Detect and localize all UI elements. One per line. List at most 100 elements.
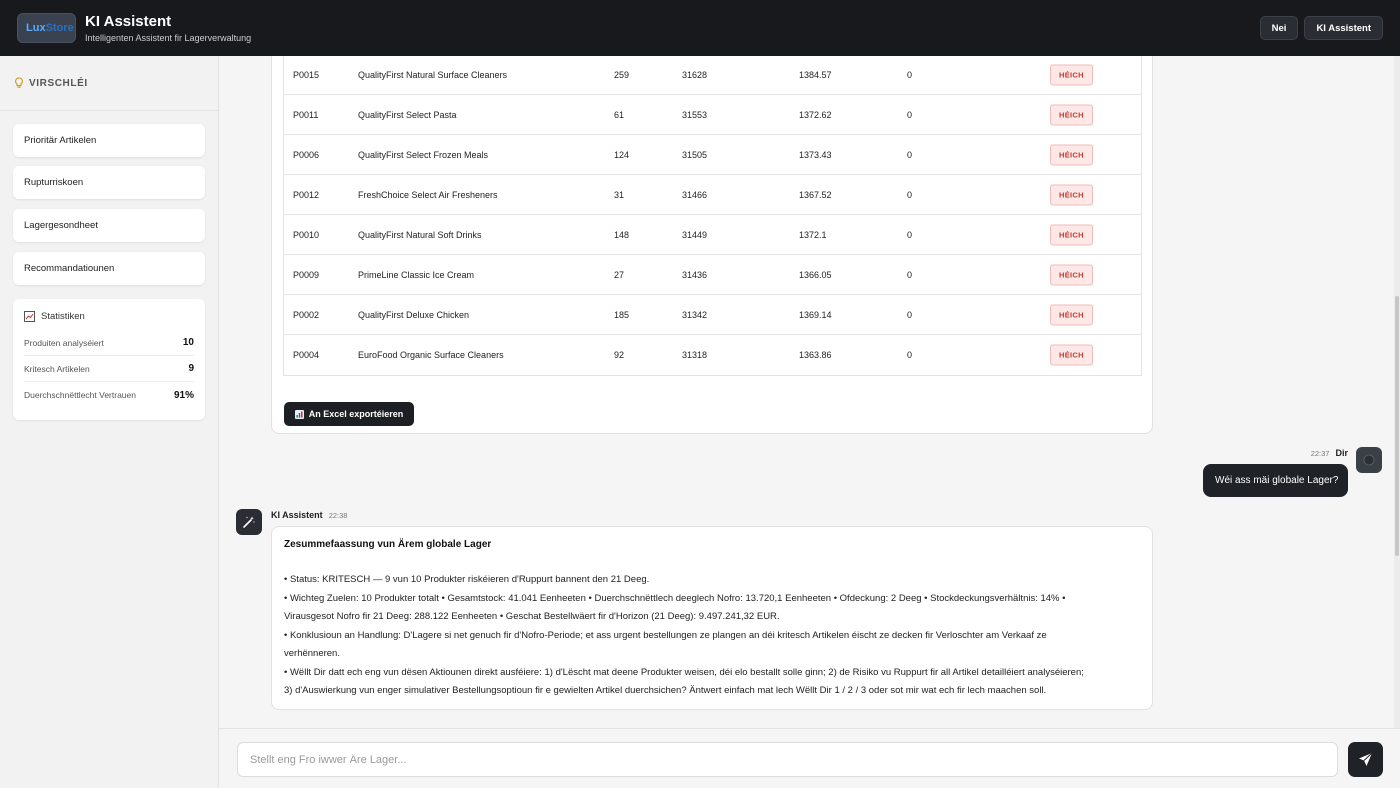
cell-coverage: 0 bbox=[907, 350, 913, 360]
cell-demand: 31505 bbox=[682, 149, 708, 160]
user-icon bbox=[1363, 454, 1375, 466]
cell-demand: 31342 bbox=[682, 309, 708, 320]
priority-badge: HÉICH bbox=[1050, 104, 1093, 125]
suggestion-rupture-risks[interactable]: Rupturriskoen bbox=[13, 166, 205, 199]
stat-row: Kritesch Artikelen 9 bbox=[24, 356, 194, 382]
ai-message-time: 22:38 bbox=[328, 510, 348, 520]
cell-product: QualityFirst Natural Surface Cleaners bbox=[358, 69, 508, 80]
ai-message-line: • Konklusioun an Handlung: D'Lagere si n… bbox=[284, 629, 1047, 641]
cell-stock: 61 bbox=[614, 109, 625, 120]
ki-assistant-button[interactable]: KI Assistent bbox=[1304, 16, 1383, 40]
cell-daily: 1363.86 bbox=[799, 350, 832, 360]
export-label: An Excel exportéieren bbox=[308, 409, 404, 419]
suggestions-title: VIRSCHLÉI bbox=[29, 77, 88, 89]
cell-stock: 148 bbox=[614, 229, 630, 240]
table-row: P0002 QualityFirst Deluxe Chicken 185 31… bbox=[284, 295, 1141, 335]
send-button[interactable] bbox=[1348, 742, 1383, 777]
ai-message-heading: Zesummefaassung vun Ärem globale Lager bbox=[284, 539, 492, 550]
ai-avatar bbox=[236, 509, 262, 535]
stat-label: Produiten analyséiert bbox=[24, 337, 104, 348]
cell-id: P0012 bbox=[293, 189, 320, 200]
stat-value: 91% bbox=[173, 389, 194, 401]
cell-stock: 124 bbox=[614, 149, 630, 160]
new-chat-button[interactable]: Nei bbox=[1259, 16, 1299, 40]
suggestion-stock-health[interactable]: Lagergesondheet bbox=[13, 209, 205, 242]
cell-stock: 185 bbox=[614, 309, 630, 320]
cell-daily: 1372.62 bbox=[799, 109, 832, 120]
suggestion-recommendations[interactable]: Recommandatiounen bbox=[13, 252, 205, 285]
user-message-time: 22:37 bbox=[1310, 448, 1330, 458]
cell-daily: 1384.57 bbox=[799, 69, 832, 80]
send-icon bbox=[1359, 752, 1373, 766]
cell-id: P0009 bbox=[293, 269, 320, 280]
cell-product: PrimeLine Classic Ice Cream bbox=[358, 269, 475, 280]
stat-row: Produiten analyséiert 10 bbox=[24, 330, 194, 356]
ai-message-line: Virausgesot Nofro fir 21 Deeg: 288.122 E… bbox=[284, 611, 780, 622]
stat-label: Duerchschnëttlecht Vertrauen bbox=[24, 390, 136, 400]
priority-badge: HÉICH bbox=[1050, 264, 1093, 285]
cell-coverage: 0 bbox=[907, 69, 913, 80]
table-row: P0010 QualityFirst Natural Soft Drinks 1… bbox=[284, 215, 1141, 255]
user-avatar bbox=[1356, 447, 1382, 473]
stats-panel: Statistiken Produiten analyséiert 10 Kri… bbox=[13, 299, 205, 420]
chat-area[interactable]: P0015 QualityFirst Natural Surface Clean… bbox=[219, 56, 1400, 728]
cell-product: EuroFood Organic Surface Cleaners bbox=[358, 350, 504, 360]
cell-demand: 31436 bbox=[682, 269, 708, 280]
table-row: P0012 FreshChoice Select Air Fresheners … bbox=[284, 175, 1141, 215]
cell-coverage: 0 bbox=[907, 149, 913, 160]
priority-badge: HÉICH bbox=[1050, 144, 1093, 165]
cell-daily: 1367.52 bbox=[799, 189, 832, 200]
cell-demand: 31449 bbox=[682, 229, 708, 240]
ai-message-line: 3) d'Auswierkung vun enger simulativer B… bbox=[284, 685, 1047, 696]
cell-stock: 259 bbox=[614, 69, 630, 80]
cell-product: QualityFirst Select Frozen Meals bbox=[358, 149, 489, 160]
cell-coverage: 0 bbox=[907, 109, 913, 120]
stats-header: Statistiken bbox=[24, 311, 194, 322]
cell-product: FreshChoice Select Air Fresheners bbox=[358, 189, 498, 200]
export-excel-button[interactable]: An Excel exportéieren bbox=[284, 402, 414, 426]
stat-value: 10 bbox=[182, 337, 194, 348]
cell-product: QualityFirst Select Pasta bbox=[358, 109, 457, 120]
cell-id: P0006 bbox=[293, 149, 320, 160]
suggestion-priority-items[interactable]: Prioritär Artikelen bbox=[13, 124, 205, 157]
cell-stock: 27 bbox=[614, 269, 625, 280]
table-row: P0015 QualityFirst Natural Surface Clean… bbox=[284, 56, 1141, 95]
header-buttons: Nei KI Assistent bbox=[1259, 16, 1383, 40]
cell-demand: 31553 bbox=[682, 109, 708, 120]
composer bbox=[219, 728, 1400, 788]
stat-row: Duerchschnëttlecht Vertrauen 91% bbox=[24, 382, 194, 408]
user-message-bubble: Wéi ass mäi globale Lager? bbox=[1203, 464, 1348, 497]
table-row: P0004 EuroFood Organic Surface Cleaners … bbox=[284, 335, 1141, 375]
cell-stock: 31 bbox=[614, 189, 625, 200]
ai-message-line: • Wichteg Zuelen: 10 Produkter totalt • … bbox=[284, 592, 1066, 604]
app-title: KI Assistent bbox=[85, 13, 172, 30]
table-row: P0006 QualityFirst Select Frozen Meals 1… bbox=[284, 135, 1141, 175]
stats-title: Statistiken bbox=[41, 311, 85, 322]
cell-daily: 1373.43 bbox=[799, 149, 832, 160]
app-subtitle: Intelligenten Assistent fir Lagerverwalt… bbox=[85, 33, 252, 43]
cell-id: P0015 bbox=[293, 69, 320, 80]
chat-scrollbar[interactable] bbox=[1394, 56, 1400, 728]
cell-coverage: 0 bbox=[907, 269, 913, 280]
cell-daily: 1369.14 bbox=[799, 309, 832, 320]
chart-icon bbox=[24, 311, 35, 322]
header-titles: KI Assistent Intelligenten Assistent fir… bbox=[85, 13, 251, 43]
ai-message-line: • Status: KRITESCH — 9 vun 10 Produkter … bbox=[284, 574, 650, 585]
lightbulb-icon bbox=[15, 77, 23, 88]
user-name: Dir bbox=[1335, 448, 1348, 458]
message-input[interactable] bbox=[237, 742, 1338, 777]
magic-wand-icon bbox=[243, 516, 255, 528]
bar-chart-icon bbox=[294, 409, 304, 419]
priority-badge: HÉICH bbox=[1050, 344, 1093, 366]
cell-product: QualityFirst Deluxe Chicken bbox=[358, 309, 470, 320]
ai-message-line: • Wëllt Dir datt ech eng vun dësen Aktio… bbox=[284, 666, 1084, 678]
cell-coverage: 0 bbox=[907, 309, 913, 320]
sidebar: VIRSCHLÉI Prioritär Artikelen Rupturrisk… bbox=[0, 56, 219, 788]
scrollbar-thumb[interactable] bbox=[1395, 296, 1399, 556]
priority-badge: HÉICH bbox=[1050, 224, 1093, 245]
user-message-meta: 22:37 Dir bbox=[1311, 448, 1348, 458]
table-row: P0009 PrimeLine Classic Ice Cream 27 314… bbox=[284, 255, 1141, 295]
cell-id: P0011 bbox=[293, 109, 319, 120]
cell-demand: 31466 bbox=[682, 189, 708, 200]
app-header: Lux Store KI Assistent Intelligenten Assi… bbox=[0, 0, 1400, 56]
